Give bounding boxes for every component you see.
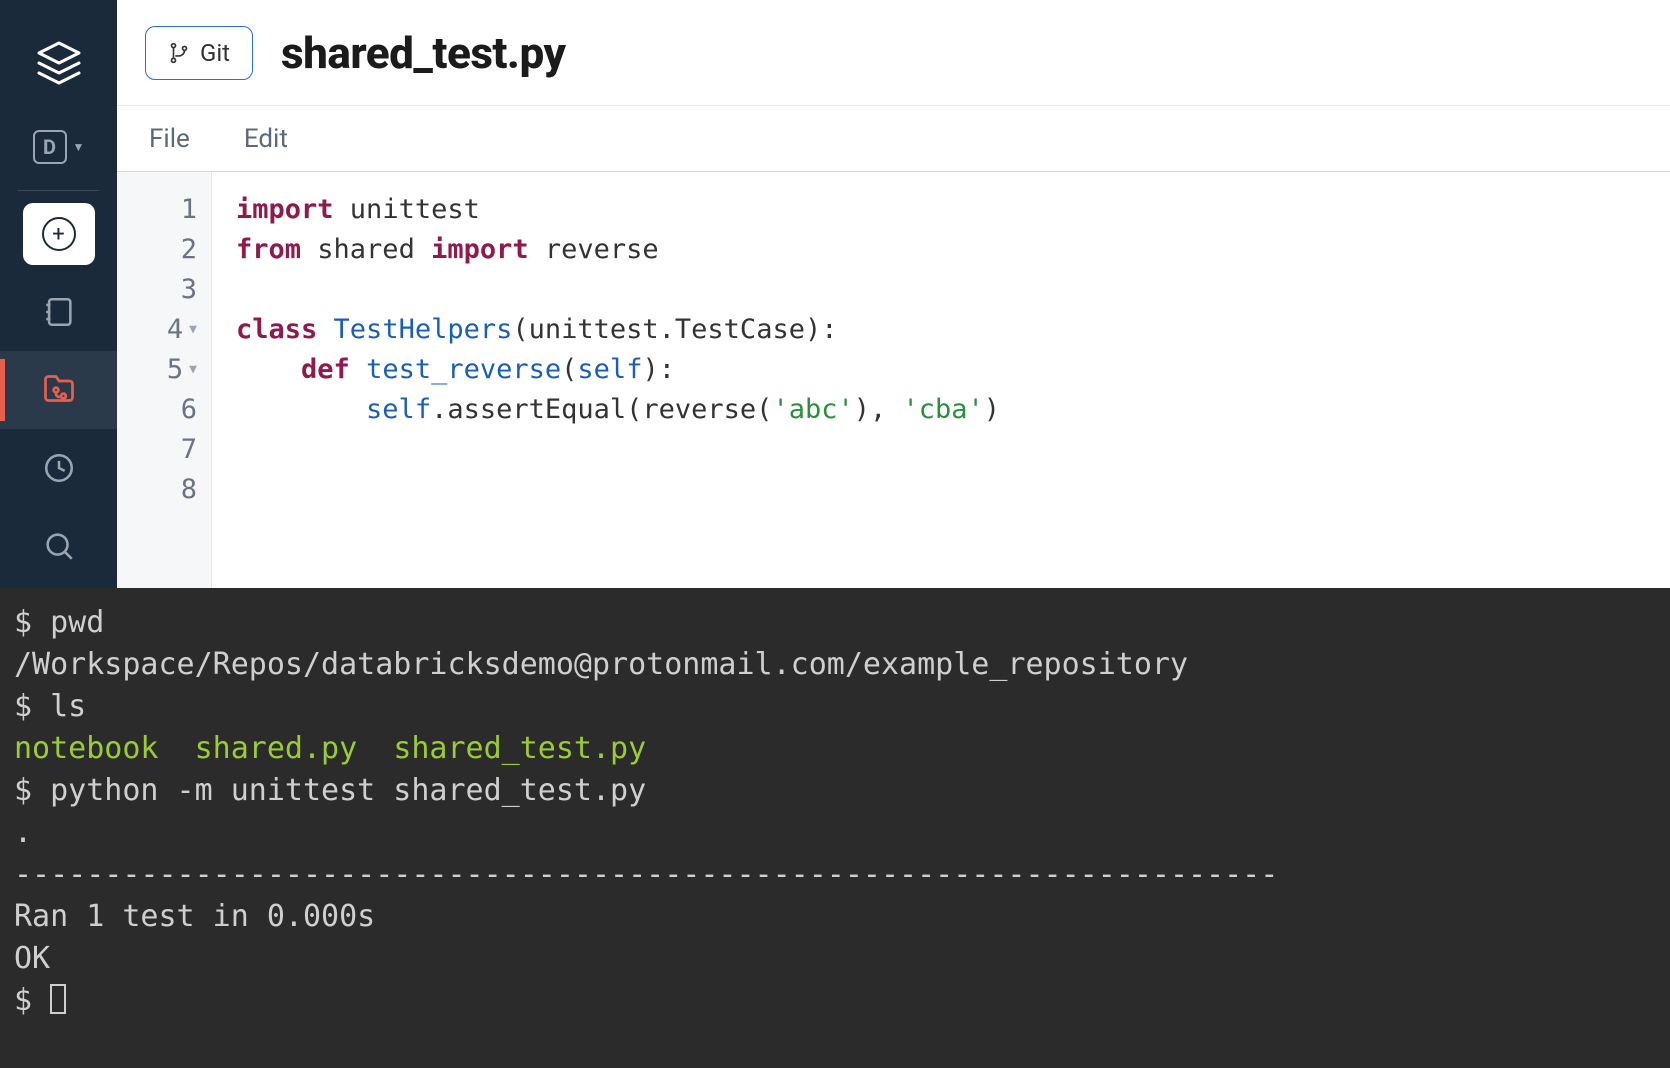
git-button-label: Git (200, 39, 230, 67)
terminal-line: $ ls (14, 686, 1656, 728)
terminal-line: $ pwd (14, 602, 1656, 644)
code-editor[interactable]: 1 2 3 4▼ 5▼ 6 7 8 import unittestfrom sh… (117, 172, 1670, 588)
header: Git shared_test.py (117, 0, 1670, 106)
line-number: 5 (167, 350, 183, 390)
code-content[interactable]: import unittestfrom shared import revers… (212, 172, 1670, 588)
terminal-line: Ran 1 test in 0.000s (14, 896, 1656, 938)
main-area: Git shared_test.py File Edit 1 2 3 4▼ 5▼… (117, 0, 1670, 588)
chevron-down-icon: ▼ (73, 140, 85, 154)
git-branch-icon (168, 40, 190, 66)
editor-gutter: 1 2 3 4▼ 5▼ 6 7 8 (117, 172, 212, 588)
menubar: File Edit (117, 106, 1670, 172)
sidebar-workspace[interactable] (0, 273, 117, 351)
logo-icon[interactable] (0, 18, 117, 108)
sidebar-workspace-dropdown[interactable]: D ▼ (0, 108, 117, 186)
line-number: 1 (181, 190, 197, 230)
terminal[interactable]: $ pwd/Workspace/Repos/databricksdemo@pro… (0, 588, 1670, 1068)
line-number: 7 (181, 430, 197, 470)
line-number: 6 (181, 390, 197, 430)
menu-file[interactable]: File (149, 124, 190, 154)
line-number: 4 (167, 310, 183, 350)
plus-icon: + (42, 217, 76, 251)
workspace-letter: D (33, 130, 67, 164)
active-indicator (0, 359, 5, 421)
sidebar-new-button[interactable]: + (0, 195, 117, 273)
sidebar-repos[interactable] (0, 351, 117, 429)
terminal-line: $ python -m unittest shared_test.py (14, 770, 1656, 812)
terminal-line: $ (14, 980, 1656, 1022)
fold-icon[interactable]: ▼ (189, 350, 197, 390)
line-number: 8 (181, 470, 197, 510)
git-button[interactable]: Git (145, 26, 253, 80)
terminal-line: /Workspace/Repos/databricksdemo@protonma… (14, 644, 1656, 686)
menu-edit[interactable]: Edit (244, 124, 288, 154)
fold-icon[interactable]: ▼ (189, 310, 197, 350)
terminal-line: . (14, 812, 1656, 854)
terminal-cursor (50, 984, 66, 1014)
sidebar-search[interactable] (0, 507, 117, 585)
sidebar: D ▼ + (0, 0, 117, 588)
terminal-line: OK (14, 938, 1656, 980)
file-title: shared_test.py (281, 27, 565, 79)
terminal-line: notebook shared.py shared_test.py (14, 728, 1656, 770)
divider (18, 190, 100, 191)
sidebar-recents[interactable] (0, 429, 117, 507)
terminal-line: ----------------------------------------… (14, 854, 1656, 896)
line-number: 3 (181, 270, 197, 310)
line-number: 2 (181, 230, 197, 270)
